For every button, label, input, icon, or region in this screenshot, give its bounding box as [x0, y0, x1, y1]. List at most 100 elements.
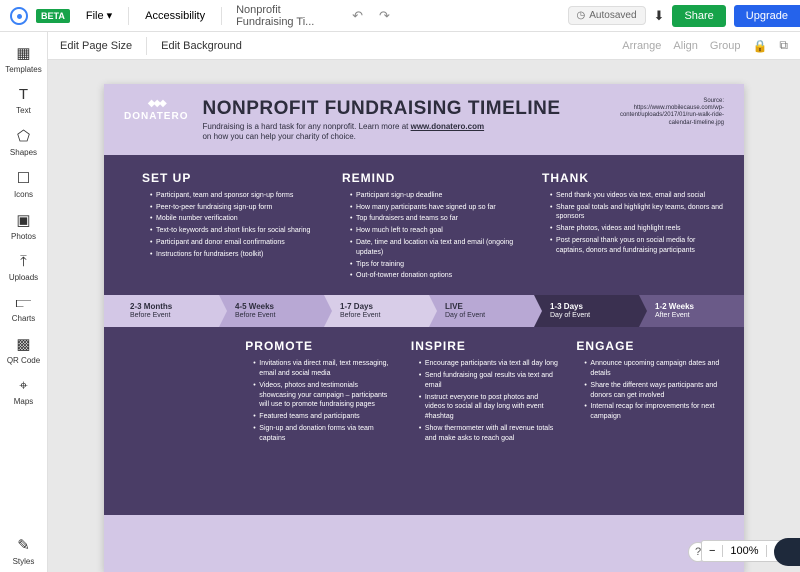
text-icon: T	[19, 86, 28, 103]
download-button[interactable]: ⬇	[654, 8, 665, 24]
list-item: Participant sign-up deadline	[350, 191, 524, 201]
topbar: BETA File ▾ Accessibility Nonprofit Fund…	[0, 0, 800, 32]
edit-background[interactable]: Edit Background	[161, 40, 242, 52]
list-item: Date, time and location via text and ema…	[350, 238, 524, 258]
list-item: Invitations via direct mail, text messag…	[253, 359, 393, 379]
sidebar-uploads[interactable]: ⤒Uploads	[0, 247, 47, 288]
col-setup: SET UP Participant, team and sponsor sig…	[142, 171, 324, 283]
app-logo[interactable]	[10, 7, 28, 25]
chevron-down-icon: ▾	[107, 10, 113, 22]
list-item: Share photos, videos and highlight reels	[550, 224, 724, 234]
sidebar-photos[interactable]: ▣Photos	[0, 205, 47, 247]
list-item: Send fundraising goal results via text a…	[419, 371, 559, 391]
doc-title: NONPROFIT FUNDRAISING TIMELINE	[202, 98, 604, 120]
list-item: Videos, photos and testimonials showcasi…	[253, 381, 393, 410]
divider	[146, 37, 147, 55]
list-item: Internal recap for improvements for next…	[584, 402, 724, 422]
undo-button[interactable]: ↶	[348, 8, 367, 24]
group-menu[interactable]: Group	[710, 40, 741, 52]
list-item: Encourage participants via text all day …	[419, 359, 559, 369]
sidebar-shapes[interactable]: ⬠Shapes	[0, 121, 47, 163]
share-button[interactable]: Share	[672, 5, 725, 27]
timeline-step-2: 4-5 WeeksBefore Event	[219, 295, 324, 327]
timeline-step-6: 1-2 WeeksAfter Event	[639, 295, 744, 327]
list-item: Featured teams and participants	[253, 412, 393, 422]
arrange-menu[interactable]: Arrange	[622, 40, 661, 52]
list-item: Share goal totals and highlight key team…	[550, 203, 724, 223]
zoom-out[interactable]: −	[702, 545, 723, 557]
col-inspire: INSPIRE Encourage participants via text …	[411, 339, 559, 445]
list-item: Post personal thank yous on social media…	[550, 236, 724, 256]
sidebar-styles[interactable]: ✎Styles	[0, 530, 47, 572]
document[interactable]: ◆◆◆ DONATERO NONPROFIT FUNDRAISING TIMEL…	[104, 84, 744, 572]
col-engage: ENGAGE Announce upcoming campaign dates …	[576, 339, 724, 445]
list-item: Top fundraisers and teams so far	[350, 214, 524, 224]
upgrade-button[interactable]: Upgrade	[734, 5, 800, 27]
doc-subtitle: Fundraising is a hard task for any nonpr…	[202, 122, 604, 143]
logo-icon: ◆◆◆	[148, 98, 165, 109]
list-item: Instruct everyone to post photos and vid…	[419, 393, 559, 422]
photos-icon: ▣	[16, 211, 30, 229]
sidebar-charts[interactable]: ⫍Charts	[0, 288, 47, 329]
brand-logo: ◆◆◆ DONATERO	[124, 98, 188, 122]
list-item: How much left to reach goal	[350, 226, 524, 236]
redo-button[interactable]: ↷	[375, 8, 394, 24]
icons-icon: ☐	[17, 169, 30, 187]
col-promote: PROMOTE Invitations via direct mail, tex…	[245, 339, 393, 445]
qrcode-icon: ▩	[16, 335, 30, 353]
chat-fab[interactable]	[774, 538, 800, 566]
list-item: Out-of-towner donation options	[350, 271, 524, 281]
edit-page-size[interactable]: Edit Page Size	[60, 40, 132, 52]
styles-icon: ✎	[17, 536, 30, 554]
timeline-step-1: 2-3 MonthsBefore Event	[104, 295, 219, 327]
copy-icon[interactable]: ⧉	[779, 38, 788, 53]
uploads-icon: ⤒	[20, 253, 27, 270]
sidebar-icons[interactable]: ☐Icons	[0, 163, 47, 205]
list-item: Share the different ways participants an…	[584, 381, 724, 401]
list-item: Mobile number verification	[150, 214, 324, 224]
sidebar-maps[interactable]: ⌖Maps	[0, 371, 47, 412]
col-thank: THANK Send thank you videos via text, em…	[542, 171, 724, 283]
lock-icon[interactable]: 🔒	[752, 39, 767, 53]
list-item: Sign-up and donation forms via team capt…	[253, 424, 393, 444]
align-menu[interactable]: Align	[673, 40, 697, 52]
accessibility-menu[interactable]: Accessibility	[137, 6, 213, 26]
left-sidebar: ▦Templates TText ⬠Shapes ☐Icons ▣Photos …	[0, 32, 48, 572]
list-item: Text-to keywords and short links for soc…	[150, 226, 324, 236]
timeline-step-3: 1-7 DaysBefore Event	[324, 295, 429, 327]
shapes-icon: ⬠	[17, 127, 30, 145]
list-item: Show thermometer with all revenue totals…	[419, 424, 559, 444]
list-item: Tips for training	[350, 260, 524, 270]
document-title-input[interactable]: Nonprofit Fundraising Ti...	[230, 1, 340, 31]
donatero-link: www.donatero.com	[411, 122, 485, 131]
doc-header: ◆◆◆ DONATERO NONPROFIT FUNDRAISING TIMEL…	[104, 84, 744, 155]
list-item: Participant and donor email confirmation…	[150, 238, 324, 248]
secondary-toolbar: Edit Page Size Edit Background Arrange A…	[48, 32, 800, 60]
maps-icon: ⌖	[19, 377, 27, 394]
templates-icon: ▦	[16, 44, 30, 62]
list-item: Announce upcoming campaign dates and det…	[584, 359, 724, 379]
zoom-level[interactable]: 100%	[723, 545, 766, 557]
list-item: How many participants have signed up so …	[350, 203, 524, 213]
source-citation: Source:https://www.mobilecause.com/wp-co…	[604, 98, 724, 127]
list-item: Send thank you videos via text, email an…	[550, 191, 724, 201]
canvas[interactable]: ◆◆◆ DONATERO NONPROFIT FUNDRAISING TIMEL…	[48, 60, 800, 572]
sidebar-qrcode[interactable]: ▩QR Code	[0, 329, 47, 371]
timeline-step-5: 1-3 DaysDay of Event	[534, 295, 639, 327]
list-item: Instructions for fundraisers (toolkit)	[150, 250, 324, 260]
col-remind: REMIND Participant sign-up deadlineHow m…	[342, 171, 524, 283]
divider	[128, 7, 129, 25]
beta-badge: BETA	[36, 9, 70, 23]
autosaved-indicator: ◷Autosaved	[568, 6, 646, 25]
sidebar-text[interactable]: TText	[0, 80, 47, 121]
file-menu[interactable]: File ▾	[78, 5, 120, 26]
sidebar-templates[interactable]: ▦Templates	[0, 38, 47, 80]
doc-body: SET UP Participant, team and sponsor sig…	[104, 155, 744, 515]
timeline-step-4: LIVEDay of Event	[429, 295, 534, 327]
charts-icon: ⫍	[16, 294, 32, 311]
list-item: Participant, team and sponsor sign-up fo…	[150, 191, 324, 201]
timeline: 2-3 MonthsBefore Event 4-5 WeeksBefore E…	[104, 295, 744, 327]
divider	[221, 7, 222, 25]
clock-icon: ◷	[577, 10, 586, 21]
list-item: Peer-to-peer fundraising sign-up form	[150, 203, 324, 213]
